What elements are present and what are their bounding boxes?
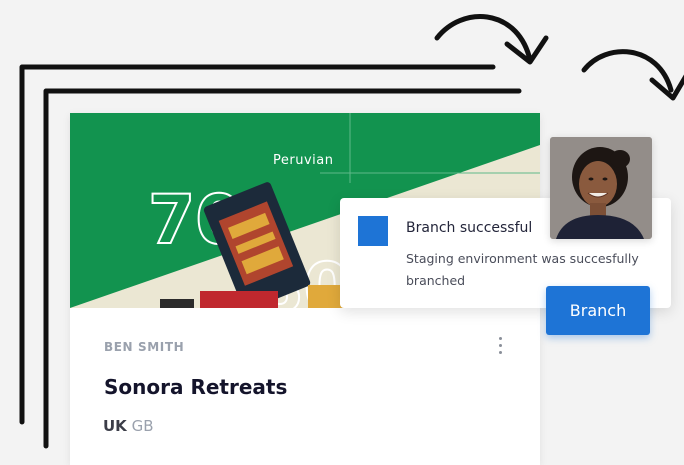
card-country: UK GB bbox=[103, 417, 154, 435]
curved-arrow-icon bbox=[434, 14, 549, 65]
hero-label: Peruvian bbox=[273, 153, 334, 168]
menu-dot bbox=[498, 351, 502, 354]
status-square-icon bbox=[358, 216, 388, 246]
country-code-primary: UK bbox=[103, 417, 127, 435]
card-author: BEN SMITH bbox=[104, 340, 185, 354]
menu-dot bbox=[498, 344, 502, 347]
menu-dot bbox=[498, 337, 502, 340]
branch-button[interactable]: Branch bbox=[546, 286, 650, 335]
avatar bbox=[550, 137, 652, 239]
toast-title: Branch successful bbox=[406, 220, 533, 236]
curved-arrow-icon bbox=[581, 49, 684, 101]
avatar-portrait bbox=[550, 137, 652, 239]
product-box bbox=[160, 299, 194, 308]
more-vertical-icon[interactable] bbox=[494, 337, 506, 361]
card-title: Sonora Retreats bbox=[104, 375, 288, 399]
country-code-secondary: GB bbox=[131, 417, 154, 435]
product-box bbox=[200, 291, 278, 308]
